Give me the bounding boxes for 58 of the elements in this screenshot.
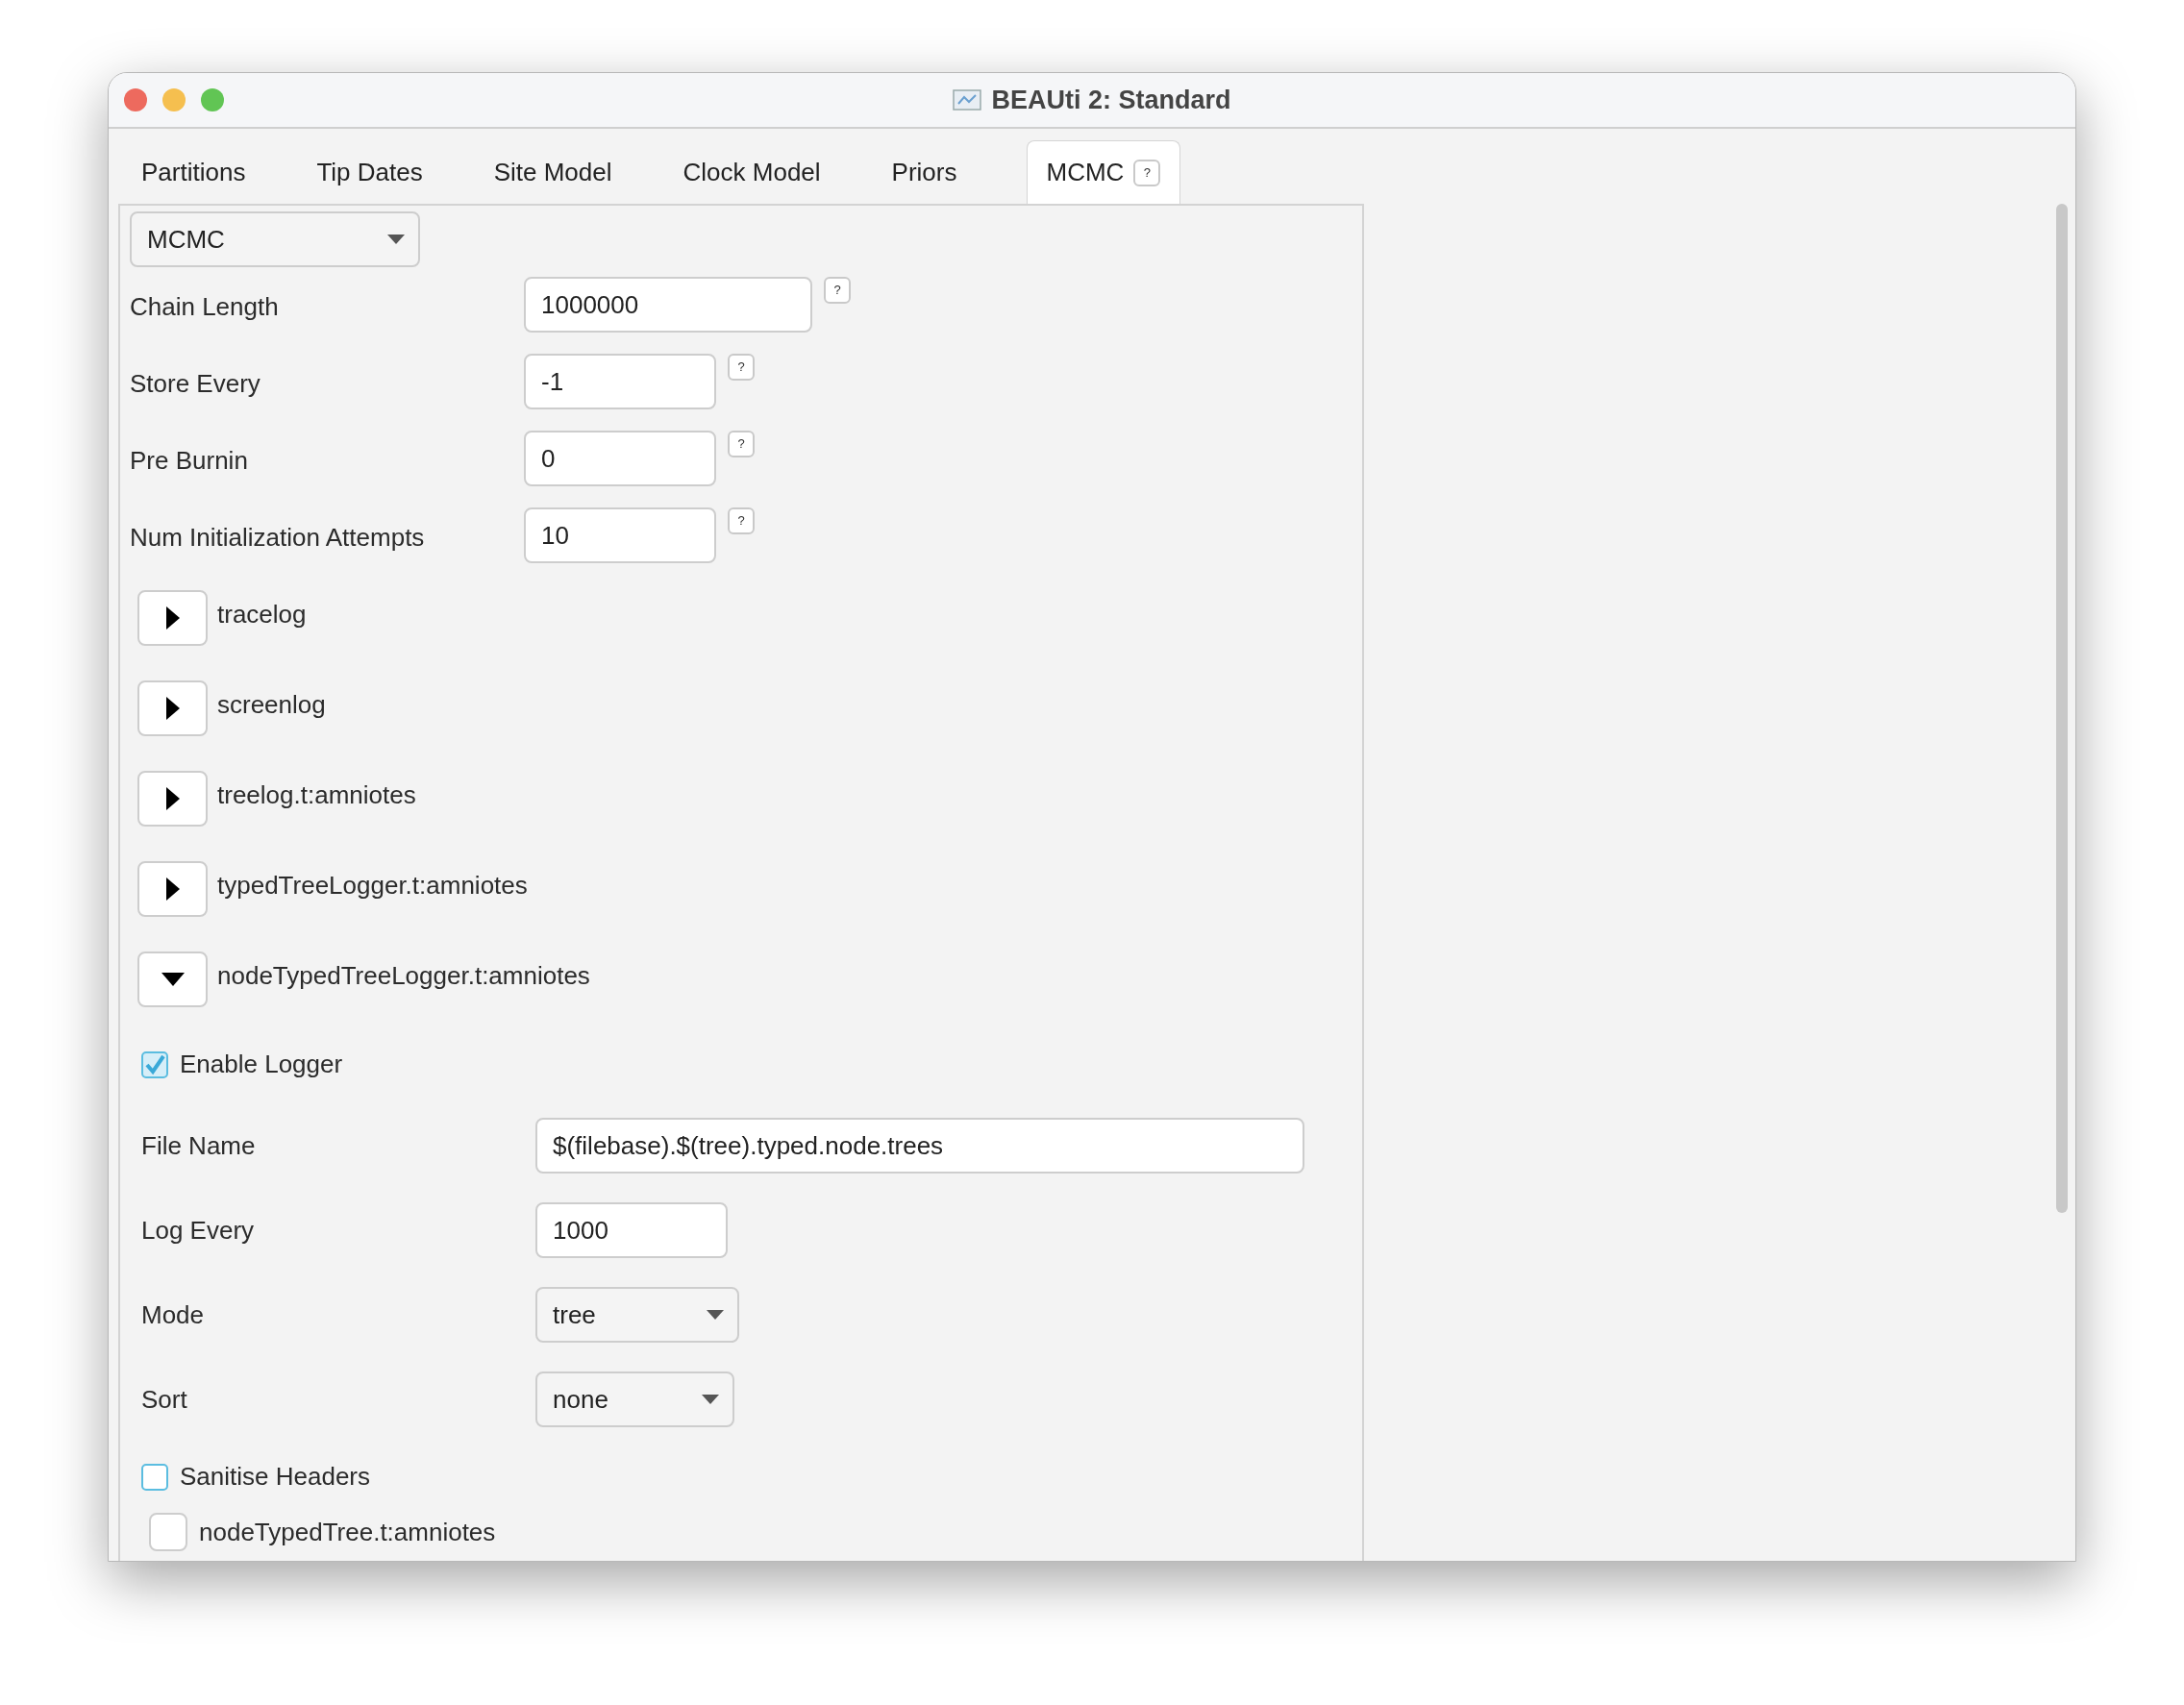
input-field[interactable]: 1000: [535, 1202, 728, 1258]
tab[interactable]: Priors: [870, 140, 1007, 204]
field-label: Num Initialization Attempts: [130, 522, 426, 554]
tab[interactable]: Tip Dates: [295, 140, 473, 204]
minimize-button[interactable]: [162, 88, 186, 111]
expand-arrow-icon: [165, 877, 180, 901]
field-label: Chain Length: [130, 291, 280, 323]
field-label: File Name: [141, 1130, 257, 1162]
field-label: Log Every: [141, 1215, 256, 1247]
input-field[interactable]: -1: [524, 354, 716, 409]
help-button[interactable]: ?: [728, 507, 755, 534]
dropdown-arrow-icon: [707, 1310, 724, 1320]
mode-dropdown[interactable]: MCMC: [130, 211, 420, 267]
field-label: Store Every: [130, 368, 261, 400]
app-icon: [953, 89, 982, 111]
tab[interactable]: Clock Model: [661, 140, 871, 204]
checkbox[interactable]: [149, 1513, 187, 1551]
checkbox-label: Sanitise Headers: [180, 1461, 370, 1493]
window-title: BEAUti 2: Standard: [991, 84, 1231, 116]
help-button[interactable]: ?: [728, 354, 755, 381]
field-label: Pre Burnin: [130, 445, 249, 477]
input-field[interactable]: $(filebase).$(tree).typed.node.trees: [535, 1118, 1304, 1174]
field-label: Sort: [141, 1384, 188, 1416]
dropdown[interactable]: tree: [535, 1287, 739, 1343]
expand-arrow-icon: [165, 697, 180, 720]
dropdown[interactable]: none: [535, 1371, 734, 1427]
help-button[interactable]: ?: [824, 277, 851, 304]
logger-label: tracelog: [217, 599, 307, 630]
expand-toggle-button[interactable]: [137, 861, 208, 917]
checkbox[interactable]: [141, 1463, 168, 1491]
logger-label: treelog.t:amniotes: [217, 779, 416, 811]
tab[interactable]: Partitions: [120, 140, 296, 204]
field-label: Mode: [141, 1299, 206, 1331]
dropdown-arrow-icon: [702, 1395, 719, 1404]
dropdown-arrow-icon: [387, 235, 405, 244]
input-field[interactable]: 1000000: [524, 277, 812, 333]
expand-arrow-icon: [165, 787, 180, 810]
zoom-button[interactable]: [201, 88, 224, 111]
expand-toggle-button[interactable]: [137, 590, 208, 646]
help-button[interactable]: ?: [728, 431, 755, 457]
expand-toggle-button[interactable]: [137, 951, 208, 1007]
input-field[interactable]: 10: [524, 507, 716, 563]
scrollbar-thumb[interactable]: [2056, 204, 2068, 1213]
close-button[interactable]: [124, 88, 147, 111]
collapse-arrow-icon: [161, 973, 185, 986]
tab[interactable]: MCMC ?: [1026, 140, 1181, 204]
expand-toggle-button[interactable]: [137, 680, 208, 736]
checkbox-label: Enable Logger: [180, 1049, 343, 1080]
input-field[interactable]: 0: [524, 431, 716, 486]
help-icon: ?: [1133, 159, 1161, 186]
tab[interactable]: Site Model: [472, 140, 662, 204]
logger-label: nodeTypedTreeLogger.t:amniotes: [217, 960, 590, 992]
checkbox[interactable]: [141, 1050, 168, 1078]
logger-label: screenlog: [217, 689, 326, 721]
expand-arrow-icon: [165, 606, 180, 630]
logger-label: typedTreeLogger.t:amniotes: [217, 870, 528, 902]
item-label: nodeTypedTree.t:amniotes: [199, 1516, 496, 1548]
expand-toggle-button[interactable]: [137, 771, 208, 827]
